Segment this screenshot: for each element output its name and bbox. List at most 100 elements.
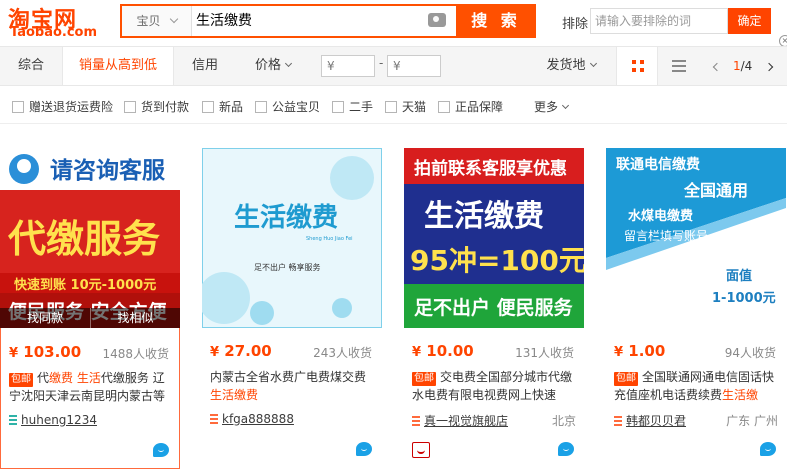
shop-level-icon <box>9 415 17 425</box>
product-title[interactable]: 内蒙古全省水费广电费煤交费 生活缴费 <box>210 368 376 408</box>
product-title[interactable]: 包邮 代缴费 生活代缴服务 辽宁沈阳天津云南昆明内蒙古等 <box>9 369 175 409</box>
title-text: 交电费全国部分城市代缴水电费有限电视费网上快速 <box>412 370 573 402</box>
img-main-text: 生活缴费 <box>424 199 544 234</box>
product-image-art: 请咨询客服 代缴服务 快速到账 10元-1000元 便民服务 安全方便 <box>0 148 180 328</box>
checkbox[interactable] <box>438 101 450 113</box>
filter-charity[interactable]: 公益宝贝 <box>255 98 320 115</box>
img-sub-text: 快速到账 10元-1000元 <box>14 277 156 293</box>
shop-link[interactable]: 真一视觉旗舰店 <box>412 412 508 429</box>
sort-tab-default[interactable]: 综合 <box>0 47 62 85</box>
shop-level-icon <box>614 416 622 426</box>
list-view-button[interactable] <box>658 47 700 85</box>
free-shipping-badge: 包邮 <box>9 373 33 387</box>
filter-authentic[interactable]: 正品保障 <box>438 98 503 115</box>
wangwang-chat-icon[interactable] <box>558 442 574 456</box>
filter-more-dropdown[interactable]: 更多 <box>534 98 570 115</box>
title-highlight: 生活缴费 <box>210 388 259 402</box>
checkbox[interactable] <box>124 101 136 113</box>
product-price: ¥ 103.00 <box>9 343 81 361</box>
sort-bar: 综合 销量从高到低 信用 价格 ¥ - ¥ 发货地 1/4 <box>0 46 787 86</box>
exclude-confirm-button[interactable]: 确定 <box>728 8 771 34</box>
sort-tab-sales[interactable]: 销量从高到低 <box>62 47 174 85</box>
shop-link[interactable]: huheng1234 <box>9 413 97 427</box>
product-image[interactable]: 生活缴费 Sheng Huo Jiao Fei 足不出户 畅享服务 <box>202 148 382 328</box>
tmall-store-icon[interactable] <box>412 442 430 458</box>
page-current: 1 <box>733 59 741 73</box>
price-value: 27.00 <box>224 342 272 360</box>
filter-label: 天猫 <box>402 100 427 114</box>
img-sub1-text: 水煤电缴费 <box>628 208 693 224</box>
sold-count: 1488人收货 <box>102 347 169 361</box>
checkbox[interactable] <box>12 101 24 113</box>
page-total: /4 <box>740 59 753 73</box>
exclude-label: 排除 <box>562 17 589 32</box>
currency-symbol: ¥ <box>614 345 624 360</box>
taobao-logo[interactable]: 淘宝网 Taobao.com <box>8 2 98 42</box>
free-shipping-badge: 包邮 <box>614 372 638 386</box>
sort-tab-price[interactable]: 价格 <box>242 47 304 85</box>
product-card[interactable]: 拍前联系客服享优惠 生活缴费 95冲=100元 足不出户 便民服务 ¥ 10.0… <box>404 148 584 469</box>
price-min-input[interactable]: ¥ <box>321 55 375 77</box>
product-card[interactable]: 生活缴费 Sheng Huo Jiao Fei 足不出户 畅享服务 ¥ 27.0… <box>202 148 382 469</box>
title-text: 代 <box>37 371 50 385</box>
checkbox[interactable] <box>385 101 397 113</box>
filter-label: 新品 <box>219 100 244 114</box>
ship-from-label: 发货地 <box>546 58 586 73</box>
shop-link[interactable]: kfga888888 <box>210 412 294 426</box>
sold-count: 243人收货 <box>313 346 372 360</box>
camera-icon[interactable] <box>428 13 446 27</box>
find-similar-button[interactable]: 找相似 <box>90 308 180 328</box>
shop-link[interactable]: 韩都贝贝君 <box>614 412 686 429</box>
grid-view-button[interactable] <box>616 47 658 85</box>
search-input[interactable]: 生活缴费 <box>196 6 456 36</box>
filter-return-insurance[interactable]: 赠送退货运费险 <box>12 98 113 115</box>
search-category-select[interactable]: 宝贝 <box>122 6 192 36</box>
chevron-down-icon <box>169 14 178 24</box>
product-title[interactable]: 包邮 交电费全国部分城市代缴水电费有限电视费网上快速 <box>412 368 578 408</box>
search-button[interactable]: 搜 索 <box>456 4 536 38</box>
checkbox[interactable] <box>202 101 214 113</box>
product-card[interactable]: 联通电信缴费 全国通用 水煤电缴费 留言栏填写账号 面值 1-1000元 ¥ 1… <box>606 148 786 469</box>
shop-location: 北京 <box>551 414 576 428</box>
sort-tab-credit[interactable]: 信用 <box>174 47 236 85</box>
wangwang-chat-icon[interactable] <box>356 442 372 456</box>
wangwang-chat-icon[interactable] <box>153 443 169 457</box>
currency-symbol: ¥ <box>210 345 220 360</box>
img-promo-text: 95冲=100元 <box>410 244 584 277</box>
checkbox[interactable] <box>332 101 344 113</box>
page-indicator: 1/4 <box>733 47 752 85</box>
filter-new[interactable]: 新品 <box>202 98 243 115</box>
product-image[interactable]: 拍前联系客服享优惠 生活缴费 95冲=100元 足不出户 便民服务 <box>404 148 584 328</box>
filter-label: 赠送退货运费险 <box>29 100 114 114</box>
product-image[interactable]: 请咨询客服 代缴服务 快速到账 10元-1000元 便民服务 安全方便 找同款 … <box>0 148 180 328</box>
product-image-art: 生活缴费 Sheng Huo Jiao Fei 足不出户 畅享服务 <box>202 148 382 328</box>
logo-text-en: Taobao.com <box>10 25 98 40</box>
ship-from-dropdown[interactable]: 发货地 <box>540 47 602 85</box>
filter-cod[interactable]: 货到付款 <box>124 98 189 115</box>
price-value: 10.00 <box>426 342 474 360</box>
img-top-text: 请咨询客服 <box>50 157 166 184</box>
checkbox[interactable] <box>255 101 267 113</box>
product-card[interactable]: 请咨询客服 代缴服务 快速到账 10元-1000元 便民服务 安全方便 找同款 … <box>0 148 180 469</box>
exclude-input[interactable]: 请输入要排除的词 <box>590 8 728 34</box>
filter-label: 公益宝贝 <box>272 100 321 114</box>
shop-name: 真一视觉旗舰店 <box>424 414 509 428</box>
sort-tab-price-label: 价格 <box>254 58 281 73</box>
filter-secondhand[interactable]: 二手 <box>332 98 373 115</box>
title-highlight: 生活缴 <box>722 388 759 402</box>
product-title[interactable]: 包邮 全国联通网通电信固话快充值座机电话费续费生活缴 <box>614 368 780 408</box>
currency-symbol: ¥ <box>9 346 19 361</box>
find-same-button[interactable]: 找同款 <box>0 308 90 328</box>
filter-label: 正品保障 <box>455 100 504 114</box>
filter-tmall[interactable]: 天猫 <box>385 98 426 115</box>
next-page-button[interactable] <box>759 47 779 85</box>
filter-more-label: 更多 <box>534 100 559 114</box>
hover-actions: 找同款 找相似 <box>0 308 180 328</box>
product-image[interactable]: 联通电信缴费 全国通用 水煤电缴费 留言栏填写账号 面值 1-1000元 <box>606 148 786 328</box>
price-max-input[interactable]: ¥ <box>387 55 441 77</box>
wangwang-chat-icon[interactable] <box>760 442 776 456</box>
shop-name: 韩都贝贝君 <box>626 414 687 428</box>
img-face-text: 面值 <box>726 268 752 284</box>
prev-page-button[interactable] <box>707 47 727 85</box>
img-sub2-text: 留言栏填写账号 <box>624 228 708 243</box>
